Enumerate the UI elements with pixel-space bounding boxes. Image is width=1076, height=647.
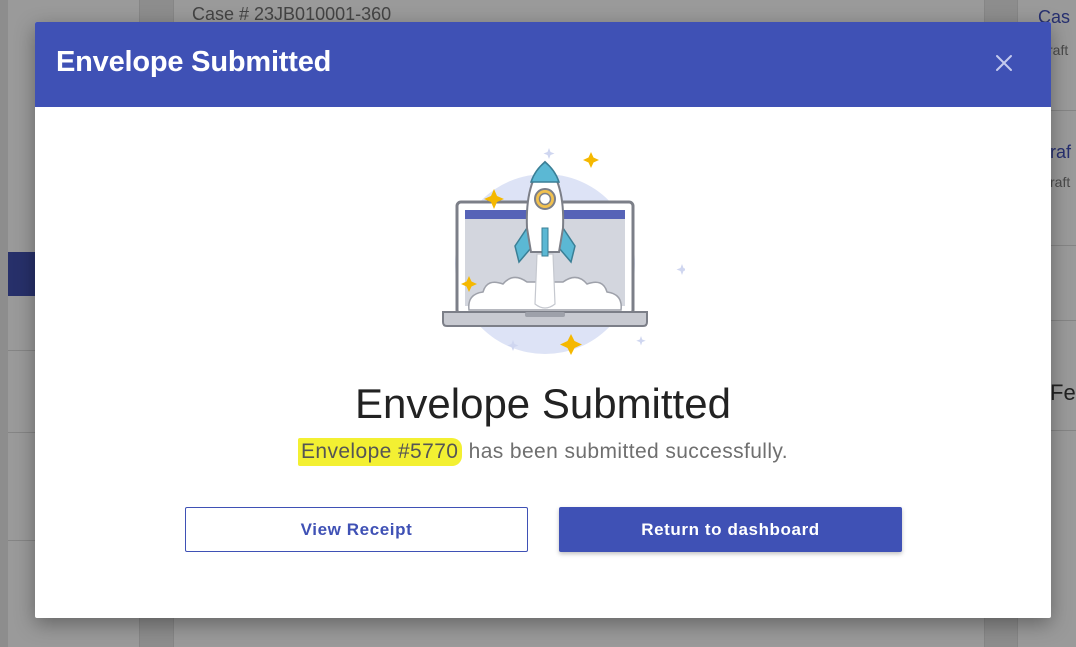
close-button[interactable] <box>993 52 1015 74</box>
background-right-text: raf <box>1050 142 1072 162</box>
background-nav-accent <box>8 252 38 296</box>
sparkle-decoration <box>461 148 685 355</box>
success-message-text: has been submitted successfully. <box>462 440 789 463</box>
dialog-header: Envelope Submitted <box>35 22 1051 107</box>
background-right-text: Fer <box>1050 380 1076 405</box>
close-icon <box>996 55 1012 71</box>
return-to-dashboard-button[interactable]: Return to dashboard <box>559 507 902 552</box>
success-message: Envelope #5770 has been submitted succes… <box>35 438 1051 466</box>
background-right-text: raft <box>1050 174 1071 190</box>
background-right-text: raft <box>1048 42 1069 58</box>
view-receipt-button[interactable]: View Receipt <box>185 507 528 552</box>
envelope-number-highlight: Envelope #5770 <box>297 438 463 466</box>
dialog-title: Envelope Submitted <box>56 46 332 78</box>
envelope-submitted-dialog: Envelope Submitted Envelope Submitted En… <box>35 22 1051 618</box>
success-headline: Envelope Submitted <box>355 380 731 427</box>
